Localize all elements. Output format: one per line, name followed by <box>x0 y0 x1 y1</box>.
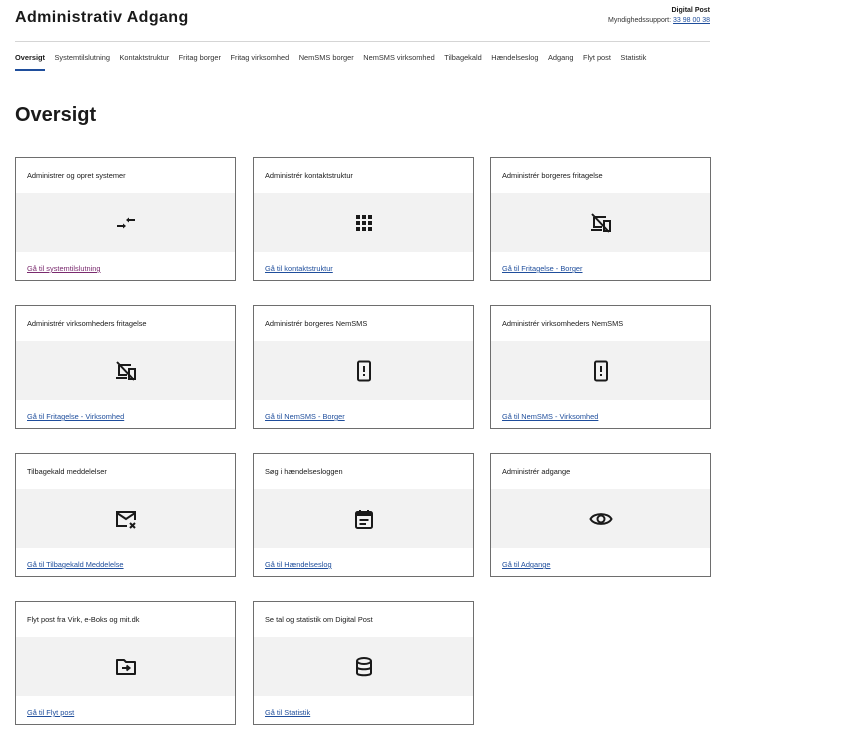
header: Administrativ Adgang Digital Post Myndig… <box>15 0 710 42</box>
card-nemsms-virksomhed: Administrér virksomheders NemSMS Gå til … <box>490 305 711 429</box>
tab-tilbagekald[interactable]: Tilbagekald <box>444 53 482 71</box>
card-icon-band <box>491 489 710 548</box>
card-icon-band <box>16 341 235 400</box>
card-link[interactable]: Gå til kontaktstruktur <box>265 264 333 273</box>
card-icon-band <box>16 489 235 548</box>
card-nemsms-borger: Administrér borgeres NemSMS Gå til NemSM… <box>253 305 474 429</box>
main-nav: Oversigt Systemtilslutning Kontaktstrukt… <box>15 53 656 71</box>
card-link[interactable]: Gå til Adgange <box>502 560 551 569</box>
card-title: Administrér kontaktstruktur <box>265 171 353 180</box>
tab-fritag-virksomhed[interactable]: Fritag virksomhed <box>230 53 289 71</box>
card-icon-band <box>16 193 235 252</box>
card-statistik: Se tal og statistik om Digital Post Gå t… <box>253 601 474 725</box>
card-title: Administrer og opret systemer <box>27 171 126 180</box>
card-fritagelse-borger: Administrér borgeres fritagelse Gå til F… <box>490 157 711 281</box>
tab-nemsms-borger[interactable]: NemSMS borger <box>299 53 354 71</box>
tab-adgang[interactable]: Adgang <box>548 53 573 71</box>
card-title: Administrér virksomheders fritagelse <box>27 319 147 328</box>
brand-name: Digital Post <box>671 7 710 14</box>
tab-fritag-borger[interactable]: Fritag borger <box>179 53 221 71</box>
calendar-log-icon <box>354 509 373 529</box>
tab-oversigt[interactable]: Oversigt <box>15 53 45 71</box>
card-icon-band <box>491 341 710 400</box>
database-icon <box>355 656 372 676</box>
card-title: Tilbagekald meddelelser <box>27 467 107 476</box>
tab-kontaktstruktur[interactable]: Kontaktstruktur <box>119 53 169 71</box>
card-systemtilslutning: Administrer og opret systemer Gå til sys… <box>15 157 236 281</box>
support-phone-link[interactable]: 33 98 00 38 <box>673 17 710 24</box>
card-icon-band <box>491 193 710 252</box>
card-icon-band <box>254 341 473 400</box>
card-link[interactable]: Gå til Fritagelse - Virksomhed <box>27 412 124 421</box>
devices-off-icon <box>590 212 611 233</box>
card-fritagelse-virksomhed: Administrér virksomheders fritagelse Gå … <box>15 305 236 429</box>
card-tilbagekald: Tilbagekald meddelelser Gå til Tilbageka… <box>15 453 236 577</box>
eye-icon <box>588 512 613 525</box>
card-link[interactable]: Gå til Hændelseslog <box>265 560 332 569</box>
tab-statistik[interactable]: Statistik <box>620 53 646 71</box>
devices-off-icon <box>115 360 136 381</box>
card-flyt-post: Flyt post fra Virk, e-Boks og mit.dk Gå … <box>15 601 236 725</box>
card-title: Flyt post fra Virk, e-Boks og mit.dk <box>27 615 140 624</box>
swap-arrows-icon <box>116 217 135 228</box>
tab-nemsms-virksomhed[interactable]: NemSMS virksomhed <box>363 53 434 71</box>
tab-systemtilslutning[interactable]: Systemtilslutning <box>55 53 110 71</box>
card-icon-band <box>254 489 473 548</box>
card-kontaktstruktur: Administrér kontaktstruktur Gå til konta… <box>253 157 474 281</box>
card-title: Administrér virksomheders NemSMS <box>502 319 624 328</box>
card-adgange: Administrér adgange Gå til Adgange <box>490 453 711 577</box>
tab-haendelseslog[interactable]: Hændelseslog <box>491 53 538 71</box>
card-title: Administrér adgange <box>502 467 571 476</box>
page-title: Oversigt <box>15 104 97 126</box>
card-title: Administrér borgeres fritagelse <box>502 171 603 180</box>
card-icon-band <box>16 637 235 696</box>
app-title: Administrativ Adgang <box>15 9 189 26</box>
card-link[interactable]: Gå til NemSMS - Virksomhed <box>502 412 598 421</box>
card-haendelseslog: Søg i hændelsesloggen Gå til Hændelseslo… <box>253 453 474 577</box>
card-link[interactable]: Gå til Flyt post <box>27 708 74 717</box>
card-link[interactable]: Gå til Statistik <box>265 708 310 717</box>
card-link[interactable]: Gå til systemtilslutning <box>27 264 101 273</box>
support-label: Myndighedssupport: <box>608 17 674 24</box>
grid-icon <box>355 214 372 231</box>
header-support: Digital Post Myndighedssupport: 33 98 00… <box>608 6 710 26</box>
card-icon-band <box>254 637 473 696</box>
card-title: Se tal og statistik om Digital Post <box>265 615 373 624</box>
folder-move-icon <box>115 658 136 675</box>
card-title: Søg i hændelsesloggen <box>265 467 343 476</box>
phone-alert-icon <box>593 360 608 381</box>
tab-flyt-post[interactable]: Flyt post <box>583 53 611 71</box>
card-link[interactable]: Gå til NemSMS - Borger <box>265 412 345 421</box>
card-icon-band <box>254 193 473 252</box>
phone-alert-icon <box>356 360 371 381</box>
mail-cancel-icon <box>115 510 136 529</box>
card-link[interactable]: Gå til Fritagelse - Borger <box>502 264 583 273</box>
card-title: Administrér borgeres NemSMS <box>265 319 368 328</box>
card-link[interactable]: Gå til Tilbagekald Meddelelse <box>27 560 124 569</box>
